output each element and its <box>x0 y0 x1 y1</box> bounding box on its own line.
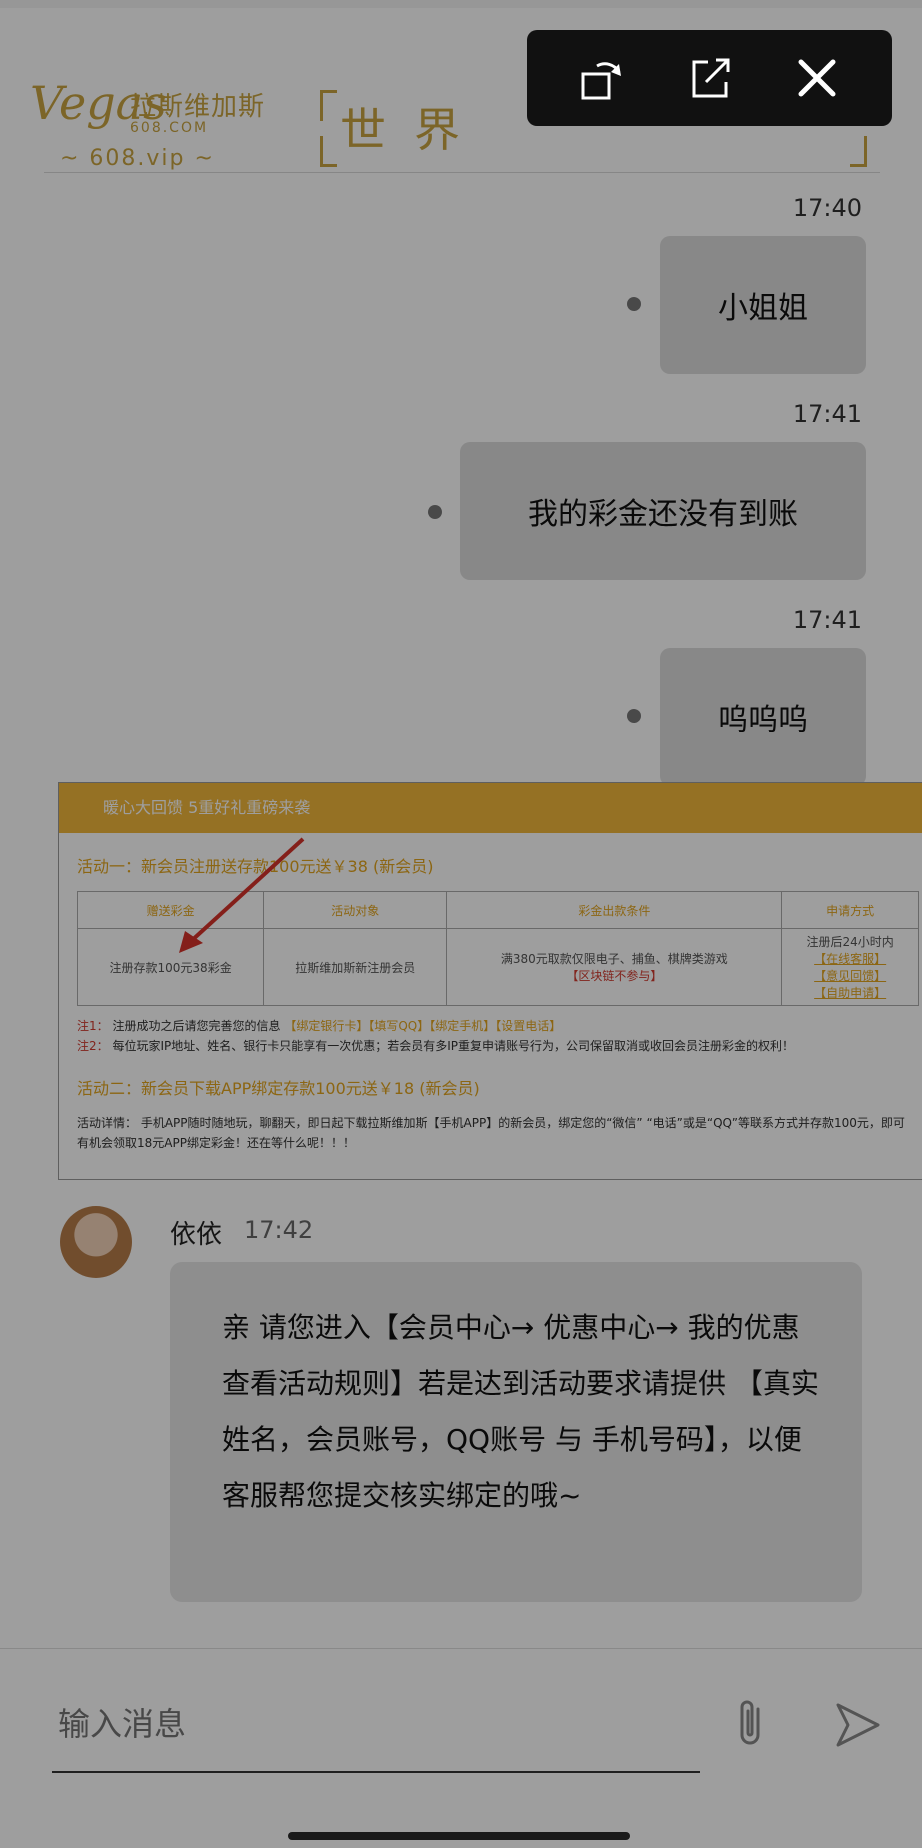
note-items: 【绑定银行卡】【填写QQ】【绑定手机】【设置电话】 <box>284 1019 562 1033</box>
rotate-icon <box>581 62 621 100</box>
bracket-decoration <box>850 136 867 167</box>
status-strip <box>0 0 922 8</box>
message-time: 17:41 <box>792 606 862 634</box>
table-cell: 注册存款100元38彩金 <box>76 928 265 1006</box>
open-external-button[interactable] <box>682 50 738 106</box>
chat-screen: Vegas 拉斯维加斯 608.COM ~ 608.vip ~ 世界 17:40… <box>0 0 922 1848</box>
note-tag: 注1： <box>77 1019 109 1033</box>
message-input-bar <box>0 1648 922 1821</box>
apply-link: 【自助申请】 <box>814 986 887 1000</box>
table-cell: 满380元取款仅限电子、捕鱼、棋牌类游戏 【区块链不参与】 <box>446 928 783 1006</box>
message-text: 我的彩金还没有到账 <box>528 497 798 532</box>
close-button[interactable] <box>789 50 845 106</box>
close-icon <box>798 59 836 97</box>
message-time: 17:40 <box>792 194 862 222</box>
input-underline <box>52 1771 700 1773</box>
apply-time: 注册后24小时内 <box>806 935 894 949</box>
note-text: 每位玩家IP地址、姓名、银行卡只能享有一次优惠；若会员有多IP重复申请账号行为，… <box>112 1039 795 1053</box>
brand-name: 拉斯维加斯 <box>130 92 266 122</box>
image-message[interactable]: 暖心大回馈 5重好礼重磅来袭 活动一：新会员注册送存款100元送￥38 (新会员… <box>58 782 922 1180</box>
table-row: 注册存款100元38彩金 拉斯维加斯新注册会员 满380元取款仅限电子、捕鱼、棋… <box>76 928 919 1006</box>
promo-header: 暖心大回馈 5重好礼重磅来袭 <box>59 783 922 833</box>
avatar[interactable] <box>60 1206 132 1278</box>
message-text: 小姐姐 <box>718 291 808 326</box>
note-text: 注册成功之后请您完善您的信息 <box>112 1019 281 1033</box>
message-status-dot <box>627 297 641 311</box>
table-header-row: 赠送彩金 活动对象 彩金出款条件 申请方式 <box>76 891 919 929</box>
paperclip-icon[interactable] <box>728 1695 776 1751</box>
outgoing-message[interactable]: 呜呜呜 <box>660 648 866 786</box>
message-text: 亲 请您进入【会员中心→ 优惠中心→ 我的优惠 查看活动规则】若是达到活动要求请… <box>222 1311 819 1512</box>
table-header: 彩金出款条件 <box>446 891 783 929</box>
promo-table: 赠送彩金 活动对象 彩金出款条件 申请方式 注册存款100元38彩金 拉斯维加斯… <box>76 891 919 1006</box>
detail-text: 手机APP随时随地玩，聊翻天，即日起下载拉斯维加斯【手机APP】的新会员，绑定您… <box>77 1116 905 1150</box>
outgoing-message[interactable]: 我的彩金还没有到账 <box>460 442 866 580</box>
outgoing-message[interactable]: 小姐姐 <box>660 236 866 374</box>
rotate-button[interactable] <box>575 50 631 106</box>
message-time: 17:41 <box>792 400 862 428</box>
message-text: 呜呜呜 <box>718 703 808 738</box>
condition-text: 满380元取款仅限电子、捕鱼、棋牌类游戏 <box>500 952 728 966</box>
incoming-message[interactable]: 亲 请您进入【会员中心→ 优惠中心→ 我的优惠 查看活动规则】若是达到活动要求请… <box>170 1262 862 1602</box>
banner-slogan: 世界 <box>340 103 488 157</box>
table-cell: 注册后24小时内 【在线客服】 【意见回馈】 【自助申请】 <box>781 928 919 1006</box>
detail-tag: 活动详情： <box>77 1116 138 1130</box>
bracket-decoration <box>320 90 337 121</box>
table-header: 申请方式 <box>781 891 919 929</box>
promo-note: 注1： 注册成功之后请您完善您的信息 【绑定银行卡】【填写QQ】【绑定手机】【设… <box>77 1017 561 1034</box>
send-icon[interactable] <box>830 1695 886 1751</box>
table-cell: 拉斯维加斯新注册会员 <box>263 928 448 1006</box>
open-external-icon <box>692 58 730 98</box>
promo-detail: 活动详情： 手机APP随时随地玩，聊翻天，即日起下载拉斯维加斯【手机APP】的新… <box>77 1113 907 1153</box>
table-header: 活动对象 <box>263 891 448 929</box>
sender-time: 17:42 <box>244 1216 314 1244</box>
note-tag: 注2： <box>77 1039 109 1053</box>
sender-name: 依依 <box>170 1220 223 1250</box>
message-status-dot <box>428 505 442 519</box>
condition-note: 【区块链不参与】 <box>566 969 663 983</box>
apply-link: 【在线客服】 <box>814 952 887 966</box>
brand-domain: 608.COM <box>130 120 209 136</box>
vip-domain: ~ 608.vip ~ <box>60 146 215 171</box>
apply-link: 【意见回馈】 <box>814 969 887 983</box>
promo-note: 注2： 每位玩家IP地址、姓名、银行卡只能享有一次优惠；若会员有多IP重复申请账… <box>77 1037 907 1054</box>
bracket-decoration <box>320 136 337 167</box>
message-input[interactable] <box>56 1695 700 1753</box>
media-toolbar <box>527 30 892 126</box>
table-header: 赠送彩金 <box>76 891 265 929</box>
activity-title: 活动一：新会员注册送存款100元送￥38 (新会员) <box>77 857 434 876</box>
activity-title: 活动二：新会员下载APP绑定存款100元送￥18 (新会员) <box>77 1079 480 1098</box>
home-indicator[interactable] <box>288 1832 630 1840</box>
message-status-dot <box>627 709 641 723</box>
divider <box>44 172 880 173</box>
